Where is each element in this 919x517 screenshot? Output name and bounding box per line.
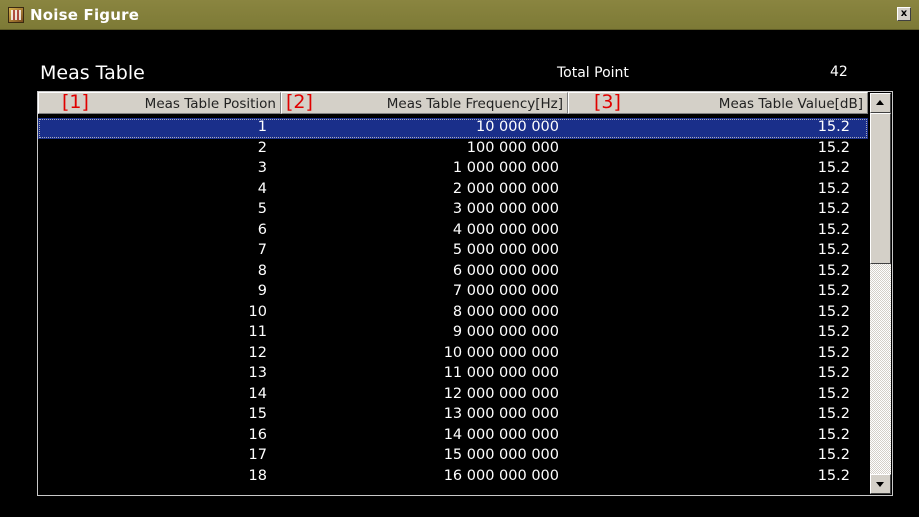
scroll-thumb[interactable] xyxy=(870,113,891,264)
column-header-value[interactable]: [3] Meas Table Value[dB] xyxy=(568,91,868,114)
scroll-down-button[interactable] xyxy=(870,474,891,494)
cell-value: 15.2 xyxy=(817,447,850,463)
table-row[interactable]: 75 000 000 000 15.2 xyxy=(38,241,868,262)
app-icon xyxy=(8,7,24,23)
cell-value: 15.2 xyxy=(817,262,850,279)
table-body[interactable]: 1 10 000 000 15.2 2 100 000 000 15.2 3 1 000 00… xyxy=(38,118,868,494)
cell-value: 15.2 xyxy=(817,303,850,320)
table-row[interactable]: 97 000 000 000 15.2 xyxy=(38,282,868,303)
cell-value: 15.2 xyxy=(817,324,850,340)
column-index-label: [2] xyxy=(286,91,313,113)
cell-value: 15.2 xyxy=(817,365,850,381)
vertical-scrollbar[interactable] xyxy=(870,93,891,494)
table-row[interactable]: 18 16 000 000 000 15.2 xyxy=(38,467,868,488)
column-index-label: [1] xyxy=(62,91,89,113)
cell-value: 15.2 xyxy=(817,180,850,197)
arrow-down-icon xyxy=(876,482,884,487)
table-row[interactable]: 16 14 000 000 000 15.2 xyxy=(38,426,868,447)
cell-value: 15.2 xyxy=(817,221,850,238)
cell-value: 15.2 xyxy=(817,467,850,484)
table-row[interactable]: 13 11 000 000 000 15.2 xyxy=(38,364,868,385)
table-row[interactable]: 11 9 000 000 000 15.2 xyxy=(38,323,868,344)
cell-value: 15.2 xyxy=(817,426,850,443)
column-header-frequency[interactable]: [2] Meas Table Frequency[Hz] xyxy=(281,91,568,114)
table-header: [1] Meas Table Position [2] Meas Table F… xyxy=(38,91,868,114)
panel-title: Meas Table xyxy=(40,62,145,84)
cell-value: 15.2 xyxy=(817,119,850,135)
cell-value: 15.2 xyxy=(817,139,850,156)
cell-value: 15.2 xyxy=(817,385,850,402)
table-row[interactable]: 1 10 000 000 15.2 xyxy=(38,118,868,139)
cell-value: 15.2 xyxy=(817,242,850,258)
title-bar[interactable]: Noise Figure x xyxy=(0,0,919,30)
table-row[interactable]: 64 000 000 000 15.2 xyxy=(38,221,868,242)
cell-value: 15.2 xyxy=(817,283,850,299)
cell-value: 15.2 xyxy=(817,160,850,176)
table-row[interactable]: 53 000 000 000 15.2 xyxy=(38,200,868,221)
scroll-up-button[interactable] xyxy=(870,93,891,113)
column-index-label: [3] xyxy=(594,91,621,113)
column-header-label: Meas Table Position xyxy=(144,96,276,112)
cell-value: 15.2 xyxy=(817,344,850,361)
table-row[interactable]: 14 12 000 000 000 15.2 xyxy=(38,385,868,406)
table-row[interactable]: 86 000 000 000 15.2 xyxy=(38,262,868,283)
table-row[interactable]: 12 10 000 000 000 15.2 xyxy=(38,344,868,365)
total-point-value: 42 xyxy=(830,64,848,80)
table-row[interactable]: 15 13 000 000 000 15.2 xyxy=(38,405,868,426)
column-header-position[interactable]: [1] Meas Table Position xyxy=(38,91,281,114)
cell-value: 15.2 xyxy=(817,201,850,217)
table-row[interactable]: 10 8 000 000 000 15.2 xyxy=(38,303,868,324)
table-row[interactable]: 42 000 000 000 15.2 xyxy=(38,180,868,201)
cell-value: 15.2 xyxy=(817,406,850,422)
column-header-label: Meas Table Frequency[Hz] xyxy=(386,96,563,112)
total-point-label: Total Point xyxy=(557,65,629,81)
close-button[interactable]: x xyxy=(897,7,911,21)
column-header-label: Meas Table Value[dB] xyxy=(718,96,863,112)
table-row[interactable]: 17 15 000 000 000 15.2 xyxy=(38,446,868,467)
arrow-up-icon xyxy=(876,100,884,105)
window-title: Noise Figure xyxy=(30,6,140,24)
table-row[interactable]: 31 000 000 000 15.2 xyxy=(38,159,868,180)
table-row[interactable]: 2 100 000 000 15.2 xyxy=(38,139,868,160)
